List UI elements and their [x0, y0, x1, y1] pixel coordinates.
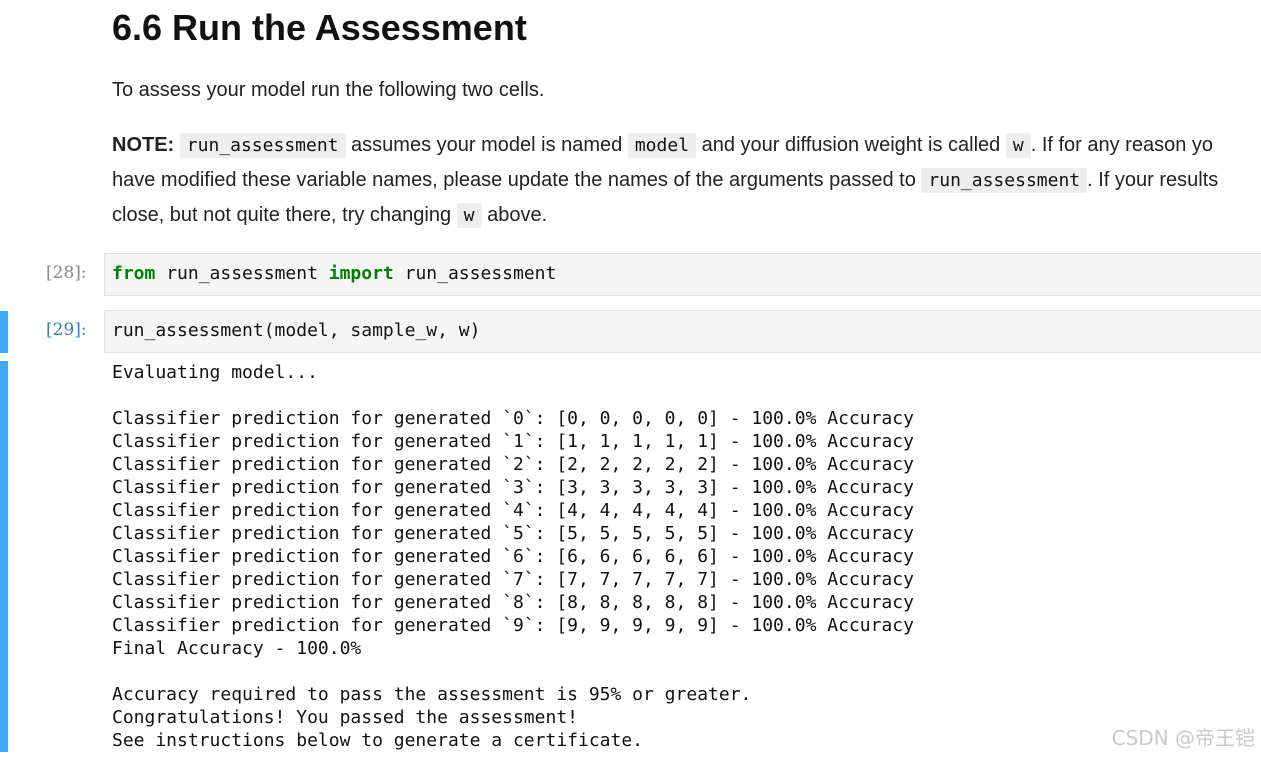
intro-paragraph: To assess your model run the following t… — [112, 79, 545, 101]
note-label: NOTE: — [112, 134, 175, 156]
keyword-from: from — [112, 263, 156, 284]
output-line: Classifier prediction for generated `3`:… — [112, 477, 914, 498]
output-line: Accuracy required to pass the assessment… — [112, 684, 752, 705]
output-line: Congratulations! You passed the assessme… — [112, 707, 578, 728]
code-cell-29[interactable]: [29]: run_assessment(model, sample_w, w) — [0, 310, 1261, 354]
cell-prompt-28: [28]: — [46, 263, 87, 283]
inline-code-w-2: w — [456, 203, 482, 228]
output-line: Evaluating model... — [112, 362, 318, 383]
note-text-7: above. — [481, 204, 548, 226]
keyword-import: import — [328, 263, 394, 284]
note-text-1: assumes your model is named — [345, 134, 628, 156]
inline-code-w: w — [1005, 133, 1031, 158]
inline-code-run-assessment-2: run_assessment — [921, 168, 1088, 193]
output-line: Classifier prediction for generated `2`:… — [112, 454, 914, 475]
cell-output-29: Evaluating model... Classifier predictio… — [112, 361, 914, 752]
output-line: Classifier prediction for generated `8`:… — [112, 592, 914, 613]
inline-code-model: model — [627, 133, 697, 158]
code-cell-28[interactable]: [28]: from run_assessment import run_ass… — [0, 253, 1261, 297]
code-import-name: run_assessment — [393, 263, 557, 284]
inline-code-run-assessment: run_assessment — [179, 133, 346, 158]
watermark: CSDN @帝王铠 — [1111, 726, 1255, 750]
note-text-4: have modified these variable names, plea… — [112, 169, 922, 191]
notebook-page: 6.6 Run the Assessment To assess your mo… — [0, 0, 1261, 759]
code-module: run_assessment — [155, 263, 329, 284]
active-cell-output-bar[interactable] — [0, 361, 8, 752]
note-text-3: . If for any reason yo — [1030, 134, 1214, 156]
note-line-2: have modified these variable names, plea… — [112, 163, 1218, 198]
cell-prompt-29: [29]: — [46, 320, 87, 340]
output-line: Classifier prediction for generated `0`:… — [112, 408, 914, 429]
output-line: Final Accuracy - 100.0% — [112, 638, 362, 659]
code-input-29[interactable]: run_assessment(model, sample_w, w) — [104, 310, 1261, 353]
output-line: Classifier prediction for generated `1`:… — [112, 431, 914, 452]
output-line: Classifier prediction for generated `5`:… — [112, 523, 914, 544]
note-line-1: NOTE: run_assessment assumes your model … — [112, 128, 1218, 163]
note-paragraph: NOTE: run_assessment assumes your model … — [112, 128, 1218, 233]
output-line: Classifier prediction for generated `4`:… — [112, 500, 914, 521]
output-line: Classifier prediction for generated `7`:… — [112, 569, 914, 590]
output-line: Classifier prediction for generated `9`:… — [112, 615, 914, 636]
note-text-6: close, but not quite there, try changing — [112, 204, 457, 226]
code-input-28[interactable]: from run_assessment import run_assessmen… — [104, 253, 1261, 296]
section-heading: 6.6 Run the Assessment — [112, 7, 527, 48]
note-text-2: and your diffusion weight is called — [696, 134, 1006, 156]
note-text-5: . If your results — [1087, 169, 1219, 191]
output-line: Classifier prediction for generated `6`:… — [112, 546, 914, 567]
note-line-3: close, but not quite there, try changing… — [112, 198, 1218, 233]
output-line: See instructions below to generate a cer… — [112, 730, 644, 751]
